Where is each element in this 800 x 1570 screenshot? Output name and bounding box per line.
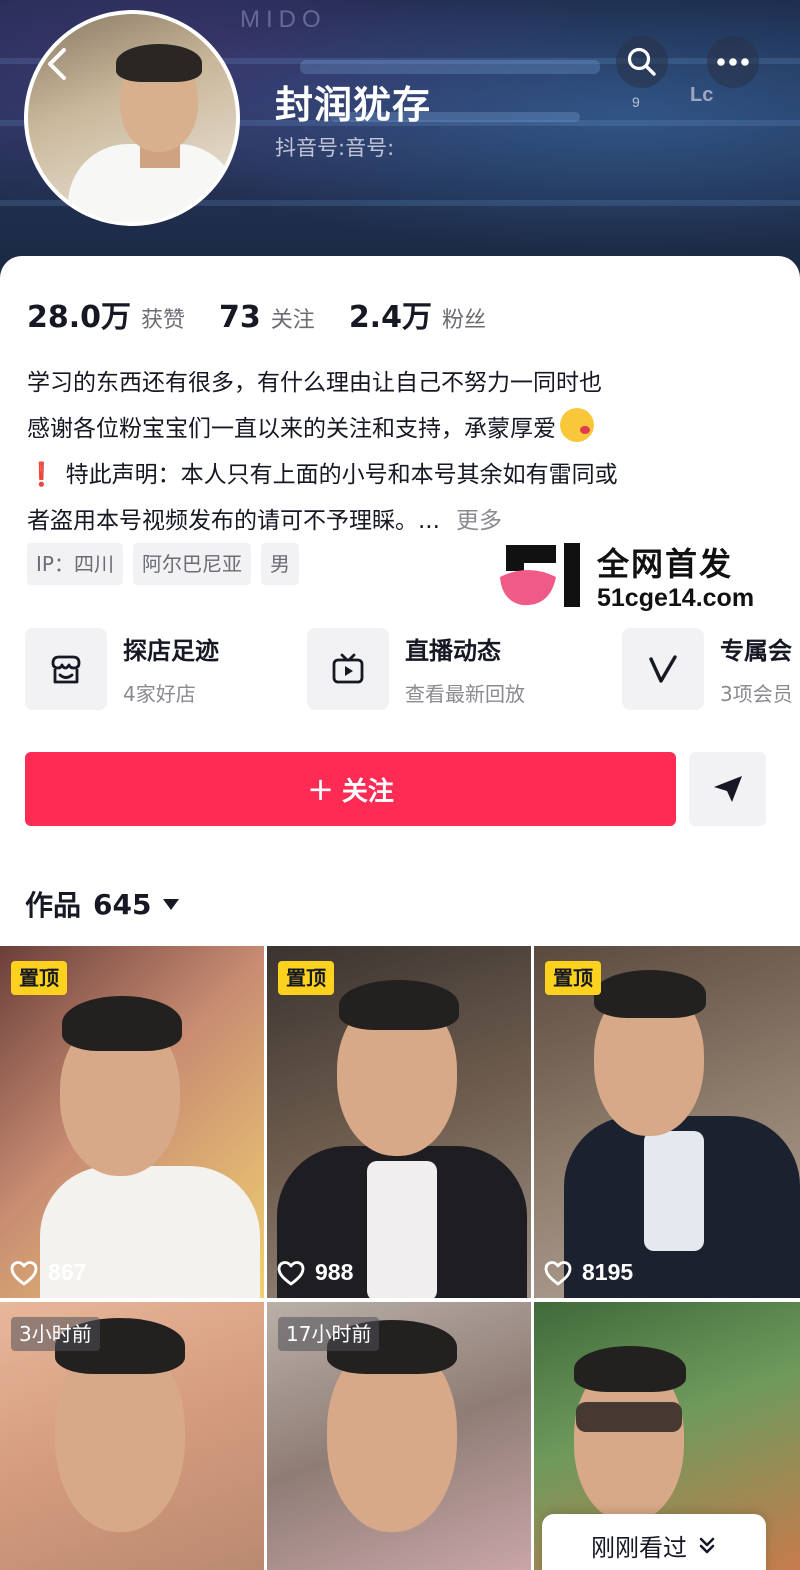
caret-down-icon bbox=[163, 898, 180, 910]
banner-sign-right: Lc bbox=[690, 84, 714, 106]
bio-line: 学习的东西还有很多，有什么理由让自己不努力一同时也 bbox=[27, 360, 787, 406]
recently-viewed-button[interactable]: 刚刚看过 bbox=[542, 1514, 766, 1570]
heart-icon bbox=[277, 1260, 305, 1285]
more-options-button[interactable] bbox=[707, 36, 759, 88]
video-likes-count: 867 bbox=[48, 1259, 87, 1285]
video-tile[interactable]: 置顶 867 bbox=[0, 946, 264, 1298]
service-title: 探店足迹 bbox=[123, 637, 219, 665]
watermark-logo bbox=[500, 543, 580, 607]
paper-plane-icon bbox=[713, 776, 742, 802]
v-member-icon bbox=[649, 655, 677, 683]
service-icon-box bbox=[25, 628, 107, 710]
banner-glow bbox=[300, 60, 600, 74]
thumbnail-hair bbox=[62, 996, 182, 1051]
follow-label: 关注 bbox=[341, 776, 394, 807]
time-badge: 17小时前 bbox=[278, 1317, 380, 1351]
heart-icon bbox=[544, 1260, 572, 1285]
bio-text: 学习的东西还有很多，有什么理由让自己不努力一同时也 bbox=[27, 370, 602, 396]
thumbnail-shirt bbox=[644, 1131, 704, 1251]
followers-label[interactable]: 粉丝 bbox=[442, 302, 486, 334]
service-icon-box bbox=[307, 628, 389, 710]
service-subtitle: 3项会员 bbox=[720, 682, 793, 706]
thumbnail-hair bbox=[574, 1346, 686, 1392]
plus-icon: + bbox=[307, 770, 334, 808]
service-membership[interactable]: 专属会 3项会员 bbox=[622, 627, 793, 711]
service-entries: 探店足迹 4家好店 直播动态 查看最新回放 专属会 3项会员 bbox=[25, 627, 800, 711]
service-icon-box bbox=[622, 628, 704, 710]
likes-count: 28.0万 bbox=[27, 300, 132, 335]
service-title: 专属会 bbox=[720, 637, 792, 665]
back-icon[interactable] bbox=[38, 44, 78, 84]
time-badge: 3小时前 bbox=[11, 1317, 100, 1351]
video-tile[interactable]: 置顶 988 bbox=[267, 946, 531, 1298]
profile-tags: IP：四川 阿尔巴尼亚 男 bbox=[27, 543, 299, 585]
service-title: 直播动态 bbox=[405, 637, 501, 665]
bio-more-link[interactable]: 更多 bbox=[456, 508, 502, 534]
avatar[interactable] bbox=[24, 10, 240, 226]
banner-sign-small: 9 bbox=[632, 94, 640, 110]
double-chevron-down-icon bbox=[699, 1537, 715, 1554]
tv-live-icon bbox=[332, 653, 364, 684]
pinned-badge: 置顶 bbox=[278, 961, 334, 995]
service-store-visits[interactable]: 探店足迹 4家好店 bbox=[25, 627, 219, 711]
douyin-id: 抖音号:音号: bbox=[275, 136, 395, 160]
follow-button[interactable]: + 关注 bbox=[25, 752, 676, 826]
share-button[interactable] bbox=[689, 752, 766, 826]
works-count: 645 bbox=[93, 887, 152, 921]
profile-bio: 学习的东西还有很多，有什么理由让自己不努力一同时也 感谢各位粉宝宝们一直以来的关… bbox=[27, 360, 787, 544]
video-tile[interactable]: 置顶 8195 bbox=[534, 946, 800, 1298]
likes-label: 获赞 bbox=[141, 308, 186, 333]
bio-text: 特此声明：本人只有上面的小号和本号其余如有雷同或 bbox=[65, 462, 618, 488]
service-subtitle: 4家好店 bbox=[123, 682, 196, 706]
service-live-updates[interactable]: 直播动态 查看最新回放 bbox=[307, 627, 525, 711]
video-likes: 8195 bbox=[544, 1259, 633, 1286]
banner-sign-text: MIDO bbox=[240, 6, 327, 33]
following-label[interactable]: 关注 bbox=[271, 302, 315, 334]
bio-line: ❗ 特此声明：本人只有上面的小号和本号其余如有雷同或 bbox=[27, 452, 787, 498]
video-likes: 988 bbox=[277, 1259, 353, 1286]
thumbnail-shirt bbox=[367, 1161, 437, 1298]
avatar-hair bbox=[116, 44, 202, 82]
pinned-badge: 置顶 bbox=[545, 961, 601, 995]
service-text: 探店足迹 4家好店 bbox=[123, 631, 219, 707]
works-tab[interactable]: 作品 645 bbox=[25, 884, 180, 924]
ip-location-tag: IP：四川 bbox=[27, 543, 123, 585]
thumbnail-hair bbox=[339, 980, 459, 1030]
bio-line: 感谢各位粉宝宝们一直以来的关注和支持，承蒙厚爱 bbox=[27, 406, 787, 452]
video-tile[interactable]: 17小时前 bbox=[267, 1302, 531, 1570]
service-subtitle: 查看最新回放 bbox=[405, 682, 525, 706]
works-label: 作品 bbox=[25, 889, 82, 922]
more-dots-icon bbox=[717, 58, 749, 66]
watermark-title: 全网首发 bbox=[597, 545, 734, 583]
video-likes-count: 8195 bbox=[582, 1259, 634, 1285]
kiss-emoji-icon bbox=[560, 408, 594, 442]
watermark-url: 51cge14.com bbox=[597, 584, 755, 612]
recently-viewed-label: 刚刚看过 bbox=[591, 1533, 687, 1562]
bio-line: 者盗用本号视频发布的请可不予理睬。... 更多 bbox=[27, 498, 787, 544]
gender-tag: 男 bbox=[260, 543, 299, 585]
following-count[interactable]: 73 bbox=[219, 300, 261, 335]
thumbnail-hair bbox=[594, 970, 706, 1018]
region-tag: 阿尔巴尼亚 bbox=[132, 543, 251, 585]
service-text: 专属会 3项会员 bbox=[720, 631, 793, 707]
heart-icon bbox=[10, 1260, 38, 1285]
sunglasses-icon bbox=[576, 1402, 682, 1432]
search-icon bbox=[627, 47, 656, 76]
bio-text: 者盗用本号视频发布的请可不予理睬。... bbox=[27, 508, 440, 534]
video-likes: 867 bbox=[10, 1259, 86, 1286]
search-button[interactable] bbox=[616, 36, 668, 88]
video-likes-count: 988 bbox=[315, 1259, 354, 1285]
profile-stats: 28.0万 获赞 73 关注 2.4万 粉丝 bbox=[27, 292, 520, 336]
pinned-badge: 置顶 bbox=[11, 961, 67, 995]
service-text: 直播动态 查看最新回放 bbox=[405, 631, 525, 707]
exclamation-icon: ❗ bbox=[27, 462, 56, 488]
storefront-icon bbox=[51, 655, 81, 684]
followers-count[interactable]: 2.4万 bbox=[349, 292, 432, 336]
profile-nickname: 封润犹存 bbox=[275, 83, 432, 127]
video-tile[interactable]: 3小时前 bbox=[0, 1302, 264, 1570]
bio-text: 感谢各位粉宝宝们一直以来的关注和支持，承蒙厚爱 bbox=[27, 416, 556, 442]
